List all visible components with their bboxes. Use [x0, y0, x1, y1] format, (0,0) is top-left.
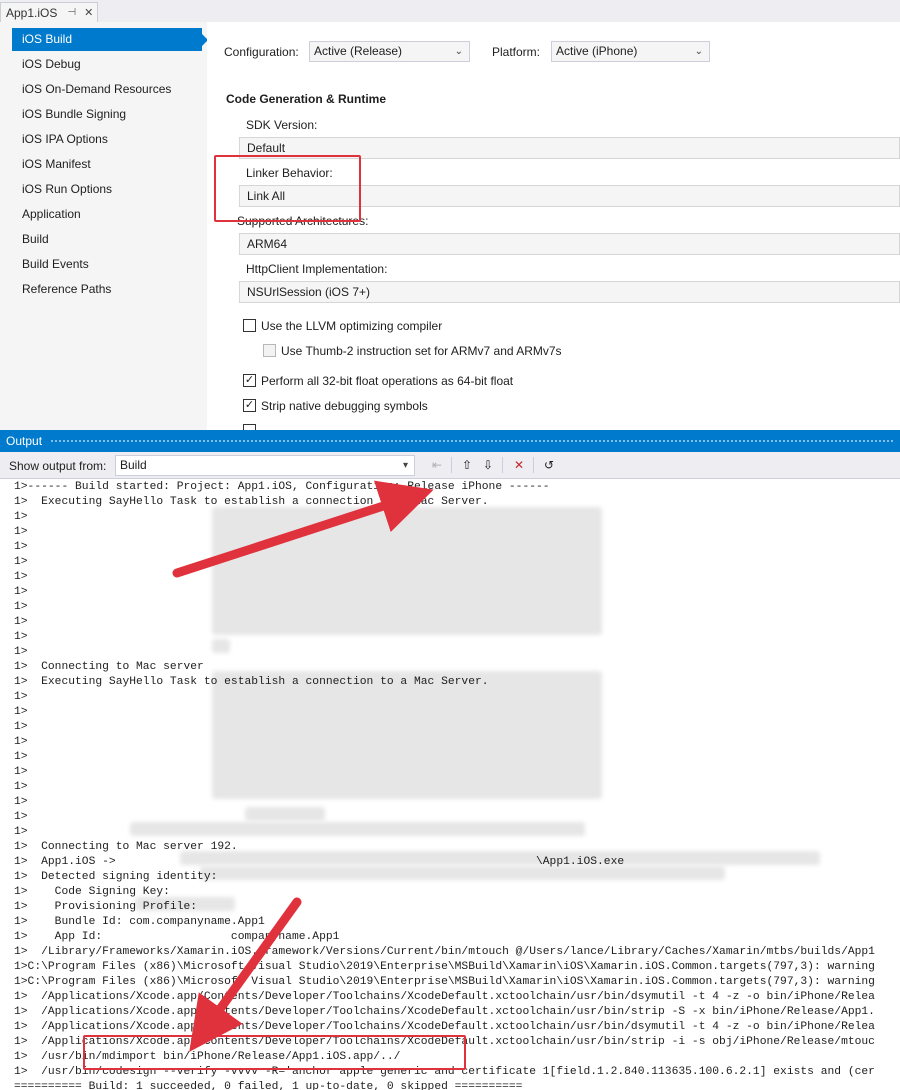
- arrow-to-build-result: [189, 897, 302, 1052]
- arrow-to-configuration: [172, 480, 434, 578]
- annotation-arrows: [172, 480, 434, 1052]
